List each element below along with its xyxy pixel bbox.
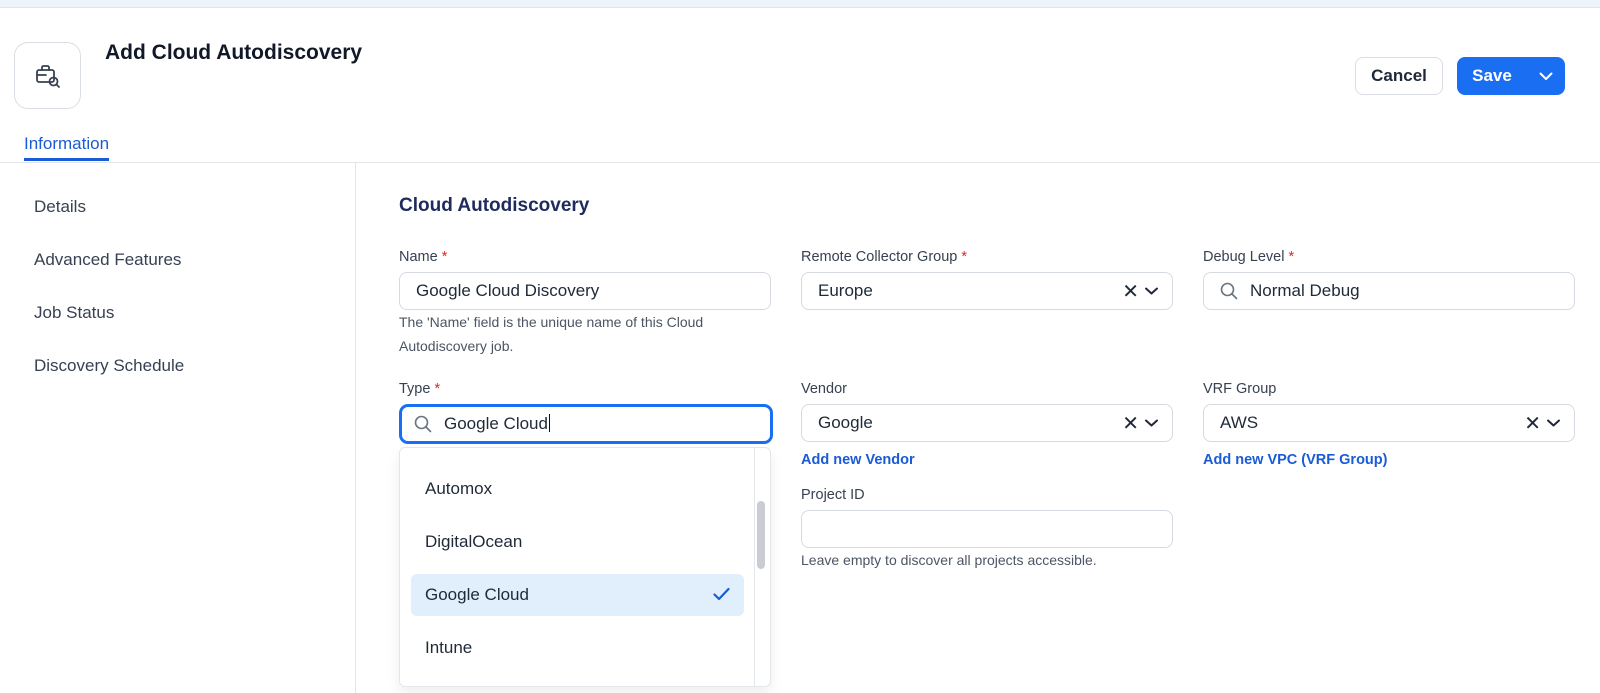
type-search-value: Google Cloud xyxy=(444,414,770,434)
chevron-down-icon[interactable] xyxy=(1547,419,1560,427)
save-options-button[interactable] xyxy=(1527,72,1565,81)
debug-level-select[interactable]: Normal Debug xyxy=(1203,272,1575,310)
check-icon xyxy=(713,586,730,606)
chevron-down-icon xyxy=(1539,72,1553,80)
search-icon xyxy=(414,415,432,433)
top-strip xyxy=(0,0,1600,8)
project-id-help-text: Leave empty to discover all projects acc… xyxy=(801,552,1097,568)
remote-collector-group-label-text: Remote Collector Group xyxy=(801,249,958,265)
cancel-button[interactable]: Cancel xyxy=(1355,57,1443,95)
page-icon xyxy=(14,42,81,109)
required-mark: * xyxy=(961,249,968,265)
type-search-input[interactable]: Google Cloud xyxy=(399,404,773,444)
required-mark: * xyxy=(441,249,448,265)
debug-level-value: Normal Debug xyxy=(1250,281,1360,300)
remote-collector-group-select[interactable]: Europe ✕ xyxy=(801,272,1173,310)
project-id-label: Project ID xyxy=(801,487,865,503)
sidebar-item-advanced-features[interactable]: Advanced Features xyxy=(34,250,181,270)
vendor-select[interactable]: Google ✕ xyxy=(801,404,1173,442)
chevron-down-icon[interactable] xyxy=(1145,287,1158,295)
vrf-group-select[interactable]: AWS ✕ xyxy=(1203,404,1575,442)
vrf-group-label: VRF Group xyxy=(1203,381,1277,397)
name-field[interactable]: Google Cloud Discovery xyxy=(399,272,771,310)
type-label: Type * xyxy=(399,381,440,397)
clear-icon[interactable]: ✕ xyxy=(1122,411,1139,436)
scrollbar-track xyxy=(754,448,755,686)
type-option-automox[interactable]: Automox xyxy=(411,468,744,510)
option-label: Automox xyxy=(425,479,493,498)
option-label: Google Cloud xyxy=(425,585,529,604)
search-icon xyxy=(1220,282,1238,300)
type-option-digitalocean[interactable]: DigitalOcean xyxy=(411,521,744,563)
debug-level-label-text: Debug Level xyxy=(1203,249,1285,265)
vrf-group-value: AWS xyxy=(1220,413,1259,432)
add-new-vpc-link[interactable]: Add new VPC (VRF Group) xyxy=(1203,452,1387,468)
option-label: DigitalOcean xyxy=(425,532,523,551)
sidebar-item-discovery-schedule[interactable]: Discovery Schedule xyxy=(34,356,184,376)
clear-icon[interactable]: ✕ xyxy=(1122,279,1139,304)
required-mark: * xyxy=(434,381,441,397)
option-label: Intune xyxy=(425,638,473,657)
briefcase-search-icon xyxy=(35,64,60,88)
vendor-value: Google xyxy=(818,413,873,432)
name-label-text: Name xyxy=(399,249,438,265)
sidebar: Details Advanced Features Job Status Dis… xyxy=(0,163,356,693)
required-mark: * xyxy=(1288,249,1295,265)
sidebar-item-job-status[interactable]: Job Status xyxy=(34,303,114,323)
name-label: Name * xyxy=(399,249,447,265)
text-cursor xyxy=(548,414,551,432)
page-title: Add Cloud Autodiscovery xyxy=(105,41,363,64)
remote-collector-group-label: Remote Collector Group * xyxy=(801,249,967,265)
type-option-google-cloud[interactable]: Google Cloud xyxy=(411,574,744,616)
type-option-intune[interactable]: Intune xyxy=(411,627,744,669)
name-field-value: Google Cloud Discovery xyxy=(416,281,600,300)
sidebar-item-details[interactable]: Details xyxy=(34,197,86,217)
clear-icon[interactable]: ✕ xyxy=(1524,411,1541,436)
scrollbar-thumb[interactable] xyxy=(757,501,765,569)
remote-collector-group-value: Europe xyxy=(818,281,873,300)
type-dropdown-menu: Automox DigitalOcean Google Cloud Intune xyxy=(399,447,771,687)
save-button[interactable]: Save xyxy=(1457,66,1527,86)
type-search-text: Google Cloud xyxy=(444,414,548,433)
section-title: Cloud Autodiscovery xyxy=(399,195,590,216)
name-help-text: The 'Name' field is the unique name of t… xyxy=(399,314,704,354)
save-button-group: Save xyxy=(1457,57,1565,95)
type-label-text: Type xyxy=(399,381,431,397)
tab-information[interactable]: Information xyxy=(24,134,110,161)
debug-level-label: Debug Level * xyxy=(1203,249,1294,265)
project-id-field[interactable] xyxy=(801,510,1173,548)
chevron-down-icon[interactable] xyxy=(1145,419,1158,427)
vendor-label: Vendor xyxy=(801,381,847,397)
add-new-vendor-link[interactable]: Add new Vendor xyxy=(801,452,915,468)
